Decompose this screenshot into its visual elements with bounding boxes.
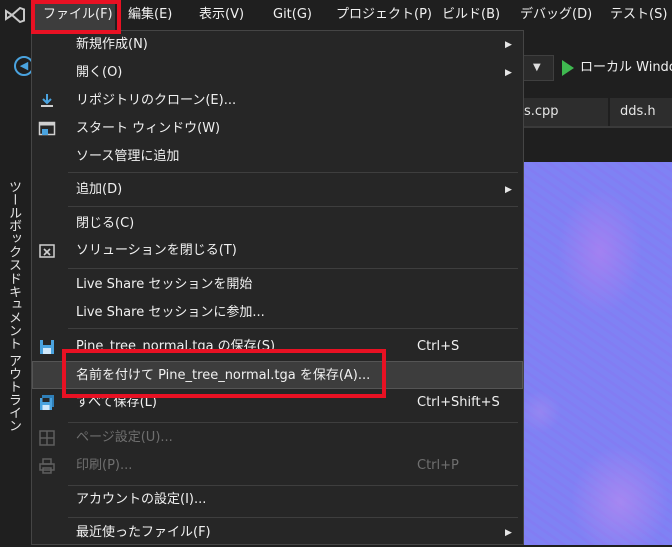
menu-item-label: Live Share セッションを開始 xyxy=(76,277,253,292)
tab-dds-h[interactable]: dds.h xyxy=(610,98,672,126)
menu-item-label: 新規作成(N) xyxy=(76,37,148,52)
visual-studio-logo-icon[interactable] xyxy=(4,6,26,24)
download-icon xyxy=(41,94,53,107)
menu-item-label: 開く(O) xyxy=(76,65,123,80)
menu-item-add-to-source-control[interactable]: ソース管理に追加 xyxy=(32,143,523,171)
tab-strip-divider xyxy=(520,126,672,128)
menu-item-close[interactable]: 閉じる(C) xyxy=(32,210,523,238)
menu-item-save-as[interactable]: 名前を付けて Pine_tree_normal.tga を保存(A)... xyxy=(32,361,523,389)
toolbox-tab[interactable]: ツールボックス xyxy=(4,180,23,271)
menu-separator xyxy=(68,422,518,423)
shortcut-label: Ctrl+P xyxy=(417,458,459,473)
menu-item-add[interactable]: 追加(D) ▶ xyxy=(32,176,523,204)
menu-git[interactable]: Git(G) xyxy=(273,0,312,30)
menu-test[interactable]: テスト(S) xyxy=(610,0,667,30)
menu-item-clone-repository[interactable]: リポジトリのクローン(E)... xyxy=(32,87,523,115)
menu-separator xyxy=(68,172,518,173)
menu-item-label: リポジトリのクローン(E)... xyxy=(76,93,237,108)
menu-item-label: アカウントの設定(I)... xyxy=(76,492,207,507)
menu-edit[interactable]: 編集(E) xyxy=(128,0,172,30)
menu-item-start-live-share[interactable]: Live Share セッションを開始 xyxy=(32,271,523,299)
menu-item-new[interactable]: 新規作成(N) ▶ xyxy=(32,31,523,59)
chevron-down-icon: ▼ xyxy=(533,62,541,73)
menu-item-label: ソリューションを閉じる(T) xyxy=(76,243,237,258)
menu-project[interactable]: プロジェクト(P) xyxy=(336,0,432,30)
menu-item-label: 名前を付けて Pine_tree_normal.tga を保存(A)... xyxy=(76,368,371,383)
menu-item-label: すべて保存(L) xyxy=(76,395,157,410)
play-icon xyxy=(562,59,574,76)
menu-separator xyxy=(68,268,518,269)
page-setup-icon xyxy=(39,430,55,446)
menu-item-open[interactable]: 開く(O) ▶ xyxy=(32,59,523,87)
menu-item-label: 印刷(P)... xyxy=(76,458,133,473)
menu-item-label: ソース管理に追加 xyxy=(76,149,180,164)
menu-bar: ファイル(F) 編集(E) 表示(V) Git(G) プロジェクト(P) ビルド… xyxy=(0,0,672,30)
submenu-arrow-icon: ▶ xyxy=(505,40,512,50)
side-panel: ツールボックス ドキュメント アウトライン xyxy=(0,82,28,545)
menu-item-label: Live Share セッションに参加... xyxy=(76,305,265,320)
submenu-arrow-icon: ▶ xyxy=(505,68,512,78)
menu-file[interactable]: ファイル(F) xyxy=(35,0,115,30)
submenu-arrow-icon: ▶ xyxy=(505,185,512,195)
menu-debug[interactable]: デバッグ(D) xyxy=(520,0,592,30)
menu-item-label: Pine_tree_normal.tga の保存(S) xyxy=(76,339,276,354)
document-outline-tab[interactable]: ドキュメント アウトライン xyxy=(4,272,23,432)
print-icon xyxy=(39,458,55,474)
start-window-icon xyxy=(38,121,56,136)
shortcut-label: Ctrl+S xyxy=(417,339,460,354)
menu-item-label: 最近使ったファイル(F) xyxy=(76,525,211,540)
menu-view[interactable]: 表示(V) xyxy=(199,0,244,30)
menu-item-label: ページ設定(U)... xyxy=(76,430,173,445)
menu-separator xyxy=(68,328,518,329)
menu-item-page-setup[interactable]: ページ設定(U)... xyxy=(32,424,523,452)
save-all-icon xyxy=(40,395,54,410)
close-solution-icon xyxy=(39,244,55,258)
menu-separator xyxy=(68,206,518,207)
menu-item-account-settings[interactable]: アカウントの設定(I)... xyxy=(32,486,523,514)
menu-item-print[interactable]: 印刷(P)... Ctrl+P xyxy=(32,452,523,480)
file-menu-dropdown: 新規作成(N) ▶ 開く(O) ▶ リポジトリのクローン(E)... スタート … xyxy=(31,30,524,545)
menu-item-start-window[interactable]: スタート ウィンドウ(W) xyxy=(32,115,523,143)
menu-item-label: 閉じる(C) xyxy=(76,216,135,231)
menu-item-close-solution[interactable]: ソリューションを閉じる(T) xyxy=(32,237,523,265)
save-icon xyxy=(40,340,54,354)
menu-item-save-all[interactable]: すべて保存(L) Ctrl+Shift+S xyxy=(32,389,523,417)
menu-item-recent-files[interactable]: 最近使ったファイル(F) ▶ xyxy=(32,519,523,547)
tab-cpp-file[interactable]: s.cpp xyxy=(520,98,608,126)
shortcut-label: Ctrl+Shift+S xyxy=(417,395,500,410)
menu-separator xyxy=(68,517,518,518)
submenu-arrow-icon: ▶ xyxy=(505,528,512,538)
configuration-dropdown[interactable]: ▼ xyxy=(520,55,554,81)
menu-item-label: スタート ウィンドウ(W) xyxy=(76,121,221,136)
menu-item-join-live-share[interactable]: Live Share セッションに参加... xyxy=(32,299,523,327)
run-target-label: ローカル Windo xyxy=(580,60,672,75)
menu-build[interactable]: ビルド(B) xyxy=(442,0,500,30)
menu-item-save[interactable]: Pine_tree_normal.tga の保存(S) Ctrl+S xyxy=(32,333,523,361)
menu-item-label: 追加(D) xyxy=(76,182,123,197)
run-button[interactable]: ローカル Windo xyxy=(562,55,672,81)
image-viewer-normal-map[interactable] xyxy=(520,162,672,545)
